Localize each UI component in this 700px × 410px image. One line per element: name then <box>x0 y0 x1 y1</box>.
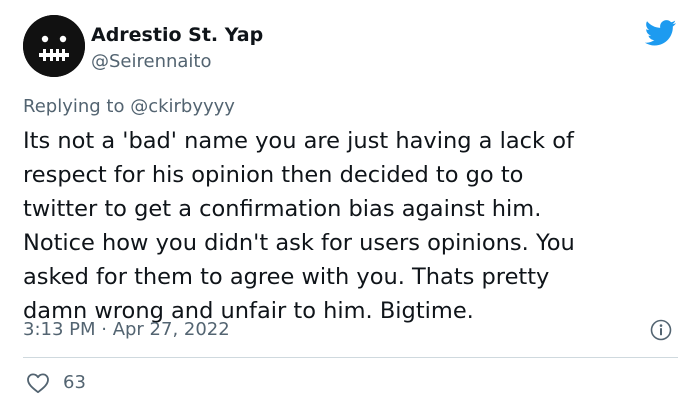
info-icon[interactable] <box>650 319 672 341</box>
tweet-timestamp[interactable]: 3:13 PM · Apr 27, 2022 <box>23 319 230 340</box>
reply-mention-link[interactable]: @ckirbyyyy <box>130 96 235 117</box>
heart-outline-icon[interactable] <box>26 372 50 394</box>
replying-to-line: Replying to @ckirbyyyy <box>23 96 235 117</box>
avatar-face-icon <box>23 15 85 77</box>
divider <box>23 357 678 358</box>
author-display-name[interactable]: Adrestio St. Yap <box>91 24 263 46</box>
replying-to-label: Replying to <box>23 96 131 117</box>
twitter-bird-icon[interactable] <box>644 20 677 46</box>
tweet-card: Adrestio St. Yap @Seirennaito Replying t… <box>0 0 700 410</box>
author-handle[interactable]: @Seirennaito <box>91 51 212 72</box>
like-count: 63 <box>63 372 86 393</box>
tweet-text: Its not a 'bad' name you are just having… <box>23 128 575 324</box>
avatar[interactable] <box>23 15 85 77</box>
